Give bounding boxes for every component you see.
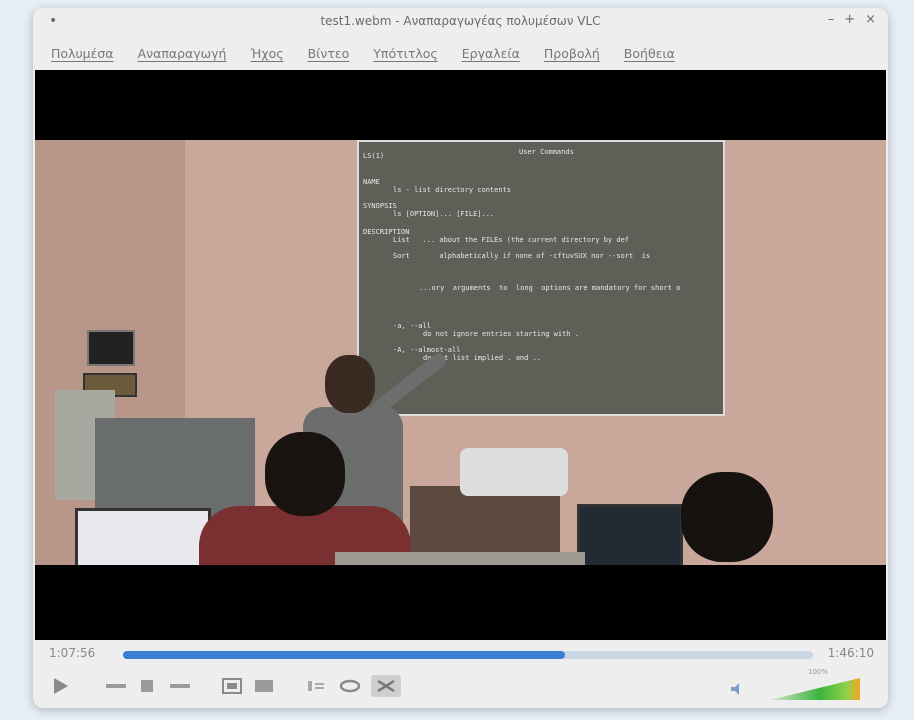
screen-text: DESCRIPTION — [363, 228, 410, 236]
screen-text: ls [OPTION]... [FILE]... — [393, 210, 495, 218]
screen-text: NAME — [363, 178, 380, 186]
title-bar: • test1.webm - Αναπαραγωγέας πολυμέσων V… — [33, 8, 888, 36]
screen-text: LS(1) — [363, 152, 385, 160]
desk — [335, 552, 585, 565]
next-button[interactable] — [167, 675, 193, 697]
monitor — [577, 504, 683, 565]
previous-icon — [106, 684, 126, 688]
volume-label: 100% — [807, 668, 828, 676]
projector — [460, 448, 568, 496]
menu-view[interactable]: Προβολή — [544, 46, 600, 61]
menu-bar: Πολυμέσα Αναπαραγωγή Ήχος Βίντεο Υπότιτλ… — [33, 36, 888, 70]
play-button[interactable] — [47, 675, 73, 697]
seek-slider[interactable] — [123, 651, 813, 659]
screen-text: do not ignore entries starting with . — [423, 330, 579, 338]
playlist-icon — [308, 681, 324, 691]
loop-button[interactable] — [337, 675, 363, 697]
mute-button[interactable] — [726, 678, 748, 700]
volume-slider[interactable] — [770, 678, 860, 700]
wall-picture — [87, 330, 135, 366]
menu-audio[interactable]: Ήχος — [250, 46, 283, 61]
loop-icon — [339, 679, 361, 693]
screen-text: Sort alphabetically if none of -cftuvSUX… — [393, 252, 651, 260]
total-time[interactable]: 1:46:10 — [828, 646, 874, 660]
video-frame: LS(1) User Commands NAME ls - list direc… — [35, 140, 886, 565]
monitor — [75, 508, 211, 565]
menu-tools[interactable]: Εργαλεία — [462, 46, 520, 61]
close-icon[interactable]: × — [865, 12, 876, 27]
maximize-icon[interactable]: + — [844, 12, 855, 27]
window-title: test1.webm - Αναπαραγωγέας πολυμέσων VLC — [320, 14, 601, 28]
menu-video[interactable]: Βίντεο — [308, 46, 350, 61]
shuffle-button[interactable] — [371, 675, 401, 697]
minimize-icon[interactable]: – — [828, 12, 835, 27]
speaker-icon — [731, 683, 739, 695]
screen-text: -a, --all — [393, 322, 431, 330]
stop-icon — [141, 680, 153, 692]
screen-text: -A, --almost-all — [393, 346, 461, 354]
previous-button[interactable] — [103, 675, 129, 697]
menu-playback[interactable]: Αναπαραγωγή — [138, 46, 227, 61]
seek-progress — [123, 651, 565, 659]
audience-member — [199, 432, 411, 565]
play-icon — [54, 678, 68, 694]
menu-subtitle[interactable]: Υπότιτλος — [373, 46, 437, 61]
screen-text: SYNOPSIS — [363, 202, 397, 210]
extended-settings-button[interactable] — [251, 675, 277, 697]
volume-bar — [770, 678, 860, 700]
vlc-window: • test1.webm - Αναπαραγωγέας πολυμέσων V… — [33, 8, 888, 708]
video-area[interactable]: LS(1) User Commands NAME ls - list direc… — [35, 70, 886, 640]
equalizer-icon — [255, 680, 273, 692]
screen-text: ...ory arguments to long options are man… — [419, 284, 681, 292]
elapsed-time[interactable]: 1:07:56 — [49, 646, 95, 660]
stop-button[interactable] — [135, 675, 159, 697]
next-icon — [170, 684, 190, 688]
playlist-button[interactable] — [303, 675, 329, 697]
fullscreen-button[interactable] — [219, 675, 245, 697]
window-controls: – + × — [828, 12, 876, 27]
screen-text: User Commands — [519, 148, 574, 156]
control-bar: 1:07:56 1:46:10 100% — [33, 642, 888, 708]
shuffle-icon — [377, 679, 395, 693]
menu-help[interactable]: Βοήθεια — [624, 46, 675, 61]
fullscreen-icon — [222, 678, 242, 694]
screen-text: List ... about the FILEs (the current di… — [393, 236, 630, 244]
audience-member — [671, 472, 791, 565]
screen-text: ls - list directory contents — [393, 186, 512, 194]
menu-media[interactable]: Πολυμέσα — [51, 46, 114, 61]
